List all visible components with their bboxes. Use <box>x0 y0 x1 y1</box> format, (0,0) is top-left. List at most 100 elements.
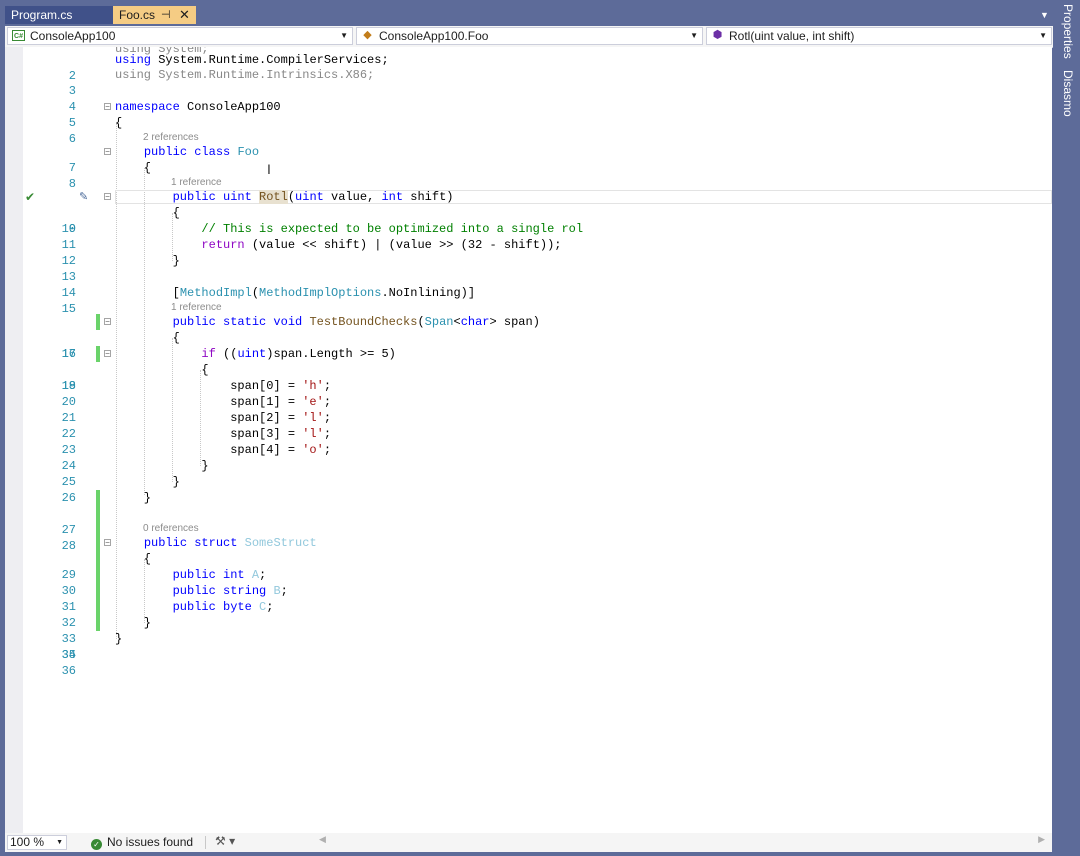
code-text: using System.Runtime.CompilerServices; <box>115 53 389 67</box>
properties-side-tab[interactable]: Properties <box>1061 4 1075 59</box>
change-marker <box>96 314 100 330</box>
document-tab-bar: Program.cs Foo.cs ⊣ ✕ <box>0 0 1058 26</box>
code-line: 28 <box>5 506 1052 553</box>
issues-indicator[interactable]: ✓ No issues found <box>91 835 193 850</box>
change-marker <box>96 346 100 362</box>
code-line: 21 span[1] = 'e'; <box>5 394 1052 425</box>
code-text: [MethodImpl(MethodImplOptions.NoInlining… <box>115 286 476 300</box>
code-line: 16 − public static void TestBoundChecks(… <box>5 314 1052 361</box>
navigation-bar: C# ConsoleApp100 ▼ ◆ ConsoleApp100.Foo ▼… <box>5 26 1053 48</box>
code-text: public class Foo <box>143 145 260 159</box>
code-text: } <box>115 459 209 473</box>
zoom-dropdown[interactable]: 100 % ▼ <box>7 835 67 850</box>
line-number: 36 <box>61 664 76 678</box>
code-text: if ((uint)span.Length >= 5) <box>201 347 396 361</box>
type-dropdown-label: ConsoleApp100.Foo <box>379 29 489 43</box>
code-text: namespace ConsoleApp100 <box>115 100 281 114</box>
codelens-references[interactable]: 2 references <box>143 132 199 144</box>
code-line: 24 span[4] = 'o'; <box>5 442 1052 473</box>
code-line: 11 // This is expected to be optimized i… <box>5 221 1052 252</box>
codelens-references[interactable]: 1 reference <box>171 177 222 189</box>
member-dropdown[interactable]: ⬢ Rotl(uint value, int shift) ▼ <box>706 27 1052 45</box>
collapse-icon[interactable]: − <box>104 193 111 201</box>
code-text: public byte C; <box>172 600 274 614</box>
code-cleanup-icon[interactable]: ⚒ ▾ <box>215 834 235 848</box>
code-text: using System.Runtime.Intrinsics.X86; <box>115 68 375 82</box>
code-text: public string B; <box>172 584 288 598</box>
codelens-references[interactable]: 1 reference <box>171 302 222 314</box>
code-line: 36 <box>5 647 1052 678</box>
codelens-references[interactable]: 0 references <box>143 523 199 535</box>
type-dropdown[interactable]: ◆ ConsoleApp100.Foo ▼ <box>356 27 703 45</box>
code-line: 12 return (value << shift) | (value >> (… <box>5 237 1052 268</box>
change-marker <box>96 551 100 567</box>
code-text: { <box>115 161 152 175</box>
code-text: } <box>115 475 180 489</box>
scroll-right-icon[interactable]: ▶ <box>1038 834 1045 845</box>
code-editor[interactable]: using System; 2 references 1 reference 1… <box>5 47 1052 833</box>
collapse-icon[interactable]: − <box>104 318 111 326</box>
code-text: { <box>115 363 209 377</box>
code-line: 19 { <box>5 362 1052 393</box>
code-text: span[2] = 'l'; <box>115 411 332 425</box>
chevron-down-icon: ▼ <box>690 31 698 40</box>
code-line: 31 public int A; <box>5 567 1052 614</box>
change-marker <box>96 490 100 506</box>
editor-status-bar: 100 % ▼ ✓ No issues found ⚒ ▾ ◀ ▶ <box>5 833 1052 852</box>
right-tool-strip: Properties Disasmo <box>1058 0 1080 856</box>
code-line: 14 <box>5 269 1052 300</box>
code-text: { <box>115 552 152 566</box>
code-line: 8 { <box>5 160 1052 191</box>
code-line: 13 } <box>5 253 1052 284</box>
code-text: } <box>115 616 152 630</box>
collapse-icon[interactable]: − <box>104 539 111 547</box>
code-text: public static void TestBoundChecks(Span<… <box>172 315 540 329</box>
chevron-down-icon: ▼ <box>1039 31 1047 40</box>
scroll-left-icon[interactable]: ◀ <box>319 834 326 845</box>
code-line: 35 } <box>5 631 1052 662</box>
change-marker <box>96 567 100 583</box>
code-text: { <box>115 331 180 345</box>
text-cursor-icon: I <box>267 161 271 177</box>
code-text: return (value << shift) | (value >> (32 … <box>201 238 562 252</box>
code-line: 10 { <box>5 205 1052 236</box>
code-line: ✔ 9 ✎ − public uint Rotl(uint value, int… <box>5 189 1052 236</box>
tab-label: Program.cs <box>11 8 73 22</box>
collapse-icon[interactable]: − <box>104 350 111 358</box>
class-icon: ◆ <box>363 29 372 41</box>
code-line: 20 span[0] = 'h'; <box>5 378 1052 409</box>
status-divider <box>205 836 206 849</box>
chevron-down-icon: ▼ <box>340 31 348 40</box>
close-icon[interactable]: ✕ <box>179 6 190 24</box>
change-marker <box>96 522 100 551</box>
brush-icon[interactable]: ✎ <box>79 189 88 205</box>
code-line: 18 − if ((uint)span.Length >= 5) <box>5 346 1052 393</box>
change-marker <box>96 615 100 631</box>
collapse-icon[interactable]: − <box>104 148 111 156</box>
code-line: 6 { <box>5 115 1052 146</box>
check-circle-icon: ✓ <box>91 839 102 850</box>
code-text: public int A; <box>172 568 267 582</box>
disasmo-side-tab[interactable]: Disasmo <box>1061 70 1075 117</box>
code-text: } <box>115 632 123 646</box>
code-text: public struct SomeStruct <box>143 536 317 550</box>
member-dropdown-label: Rotl(uint value, int shift) <box>729 29 855 43</box>
project-dropdown[interactable]: C# ConsoleApp100 ▼ <box>7 27 353 45</box>
code-line: 7 − public class Foo <box>5 144 1052 175</box>
pin-icon[interactable]: ⊣ <box>161 6 171 24</box>
code-line: 15 [MethodImpl(MethodImplOptions.NoInlin… <box>5 285 1052 316</box>
tab-label: Foo.cs <box>119 8 156 22</box>
code-line: 17 { <box>5 330 1052 361</box>
horizontal-scrollbar[interactable]: ◀ ▶ <box>305 834 1045 847</box>
quick-action-check-icon[interactable]: ✔ <box>25 189 35 205</box>
collapse-icon[interactable]: − <box>104 103 111 111</box>
change-marker <box>96 506 100 522</box>
tab-foo-cs[interactable]: Foo.cs ⊣ ✕ <box>113 6 196 24</box>
tab-program-cs[interactable]: Program.cs <box>5 6 113 24</box>
code-text: { <box>115 116 123 130</box>
code-line: 25 } <box>5 458 1052 489</box>
csharp-project-icon: C# <box>12 30 25 41</box>
change-marker <box>96 599 100 615</box>
tab-overflow-chevron-icon[interactable]: ▼ <box>1040 10 1049 20</box>
code-line: 26 } <box>5 474 1052 505</box>
